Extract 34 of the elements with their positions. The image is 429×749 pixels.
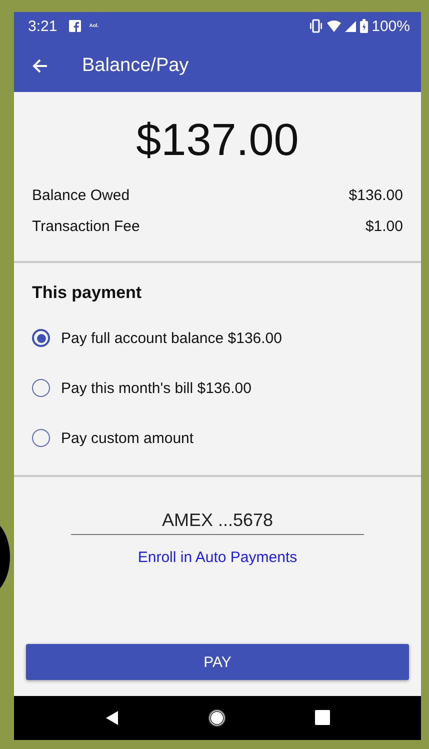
radio-button[interactable] bbox=[32, 329, 50, 347]
wifi-icon bbox=[326, 20, 341, 32]
status-time: 3:21 bbox=[28, 18, 58, 34]
summary-label: Balance Owed bbox=[32, 187, 130, 206]
payment-option[interactable]: Pay full account balance $136.00 bbox=[32, 313, 282, 363]
option-label: Pay custom amount bbox=[61, 430, 194, 446]
recents-button[interactable] bbox=[314, 709, 331, 727]
summary-value: $1.00 bbox=[365, 218, 403, 237]
back-button[interactable] bbox=[104, 709, 120, 727]
card-field[interactable]: AMEX ...5678 bbox=[71, 510, 364, 535]
vibrate-icon bbox=[308, 19, 323, 33]
back-icon bbox=[30, 57, 48, 75]
summary-value: $136.00 bbox=[348, 187, 403, 206]
home-icon bbox=[208, 709, 226, 727]
back-icon bbox=[104, 709, 120, 727]
payment-option[interactable]: Pay custom amount bbox=[32, 413, 194, 463]
battery-percent: 100% bbox=[372, 18, 410, 34]
home-button[interactable] bbox=[208, 709, 226, 727]
screen-title: Balance/Pay bbox=[82, 55, 189, 77]
pay-button[interactable]: PAY bbox=[26, 644, 409, 680]
payment-option[interactable]: Pay this month's bill $136.00 bbox=[32, 363, 252, 413]
option-label: Pay full account balance $136.00 bbox=[61, 330, 282, 346]
app-icon bbox=[69, 20, 82, 32]
signal-icon bbox=[344, 20, 356, 32]
recents-icon bbox=[314, 709, 331, 727]
radio-button[interactable] bbox=[32, 379, 50, 397]
enroll-link[interactable]: Enroll in Auto Payments bbox=[138, 549, 298, 566]
back-button[interactable] bbox=[30, 57, 48, 75]
total-amount: $137.00 bbox=[136, 114, 299, 166]
option-label: Pay this month's bill $136.00 bbox=[61, 380, 252, 396]
battery-icon bbox=[360, 19, 368, 33]
summary-label: Transaction Fee bbox=[32, 218, 140, 237]
radio-button[interactable] bbox=[32, 429, 50, 447]
section-heading: This payment bbox=[32, 283, 142, 303]
